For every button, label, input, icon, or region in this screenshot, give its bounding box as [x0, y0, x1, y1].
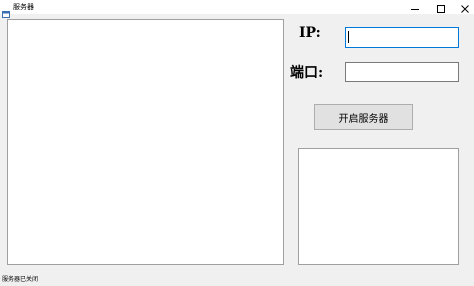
port-label: 端口:	[290, 65, 324, 81]
minimize-icon	[411, 0, 419, 17]
server-window: 服务器 IP: 端口: 开启服务器 服务器已关闭	[0, 0, 474, 286]
ip-label: IP:	[299, 25, 321, 41]
client-listbox[interactable]	[298, 148, 459, 265]
text-caret	[348, 31, 349, 43]
maximize-icon	[437, 0, 445, 17]
title-bar[interactable]: 服务器	[0, 0, 474, 18]
log-textarea[interactable]	[7, 19, 284, 265]
port-input[interactable]	[345, 62, 459, 82]
status-bar: 服务器已关闭	[0, 271, 474, 286]
maximize-button[interactable]	[429, 0, 453, 14]
start-server-button[interactable]: 开启服务器	[314, 104, 413, 130]
app-window-icon	[2, 3, 10, 18]
status-text: 服务器已关闭	[2, 276, 39, 283]
ip-input[interactable]	[345, 27, 459, 48]
close-icon	[461, 0, 469, 17]
window-title: 服务器	[13, 3, 34, 11]
minimize-button[interactable]	[403, 0, 427, 14]
close-button[interactable]	[453, 0, 474, 14]
